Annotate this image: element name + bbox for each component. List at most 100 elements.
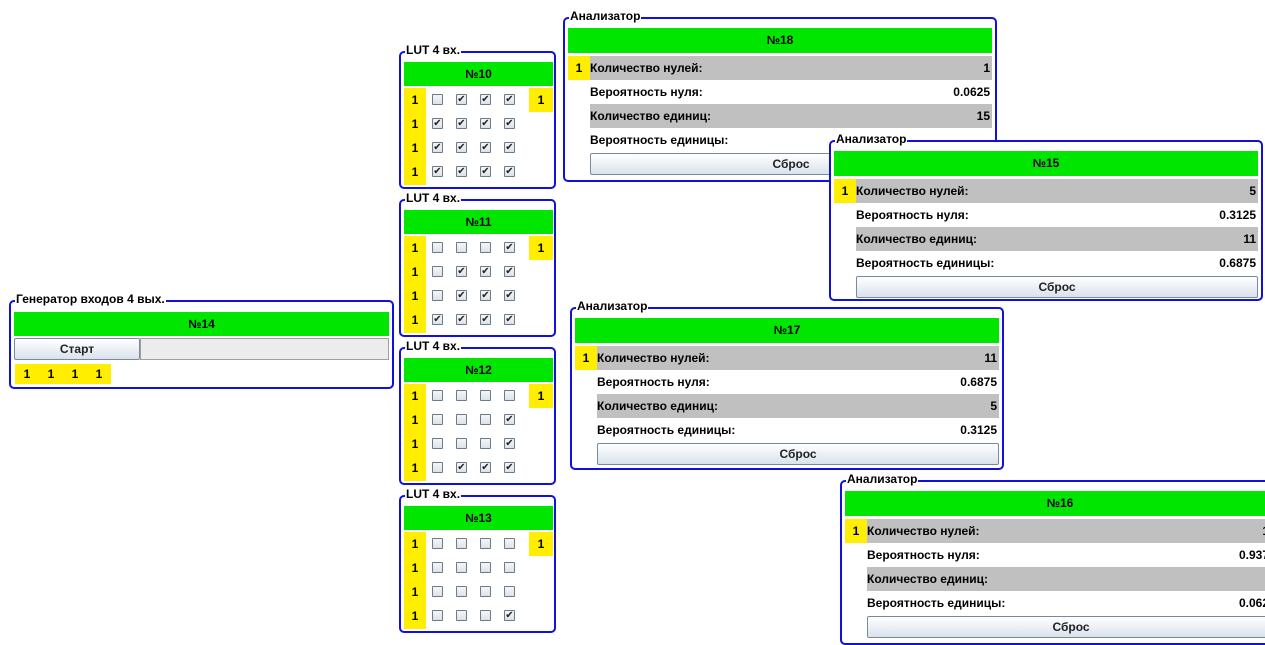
block-number: №12 — [404, 358, 553, 382]
lut-checkbox[interactable] — [480, 586, 491, 597]
one-probability-label: Вероятность единицы: — [597, 423, 736, 437]
one-probability-row: Вероятность единицы: 0.3125 — [597, 418, 999, 442]
lut-checkbox-checked[interactable]: ✔ — [504, 166, 515, 177]
lut-checkbox[interactable] — [504, 538, 515, 549]
lut-checkbox[interactable] — [480, 242, 491, 253]
lut-checkbox[interactable] — [480, 438, 491, 449]
output-value-3: 1 — [63, 364, 87, 384]
lut-input-value: 1 — [411, 461, 419, 475]
lut-checkbox[interactable] — [456, 562, 467, 573]
lut-checkbox-checked[interactable]: ✔ — [480, 290, 491, 301]
zero-probability-row: Вероятность нуля: 0.6875 — [597, 370, 999, 394]
lut-checkbox-checked[interactable]: ✔ — [480, 94, 491, 105]
lut-input-value: 1 — [411, 389, 419, 403]
lut-checkbox[interactable] — [480, 538, 491, 549]
analyzer-input-value: 1 — [575, 346, 597, 370]
panel-title: LUT 4 вх. — [405, 339, 462, 353]
lut-checkbox-checked[interactable]: ✔ — [480, 462, 491, 473]
output-value-1: 1 — [15, 364, 39, 384]
lut-checkbox[interactable] — [504, 562, 515, 573]
lut-checkbox[interactable] — [432, 538, 443, 549]
lut-checkbox-checked[interactable]: ✔ — [504, 118, 515, 129]
panel-title: Анализатор — [835, 132, 908, 146]
lut-checkbox-checked[interactable]: ✔ — [504, 242, 515, 253]
lut-checkbox-checked[interactable]: ✔ — [504, 414, 515, 425]
lut-checkbox[interactable] — [432, 94, 443, 105]
lut-checkbox-checked[interactable]: ✔ — [456, 290, 467, 301]
lut-checkbox[interactable] — [480, 562, 491, 573]
lut-checkbox[interactable] — [480, 610, 491, 621]
block-number: №15 — [834, 151, 1258, 176]
lut-checkbox[interactable] — [456, 586, 467, 597]
lut-checkbox-checked[interactable]: ✔ — [432, 142, 443, 153]
lut-checkbox-checked[interactable]: ✔ — [432, 166, 443, 177]
lut-checkbox[interactable] — [504, 586, 515, 597]
lut-checkbox-checked[interactable]: ✔ — [504, 266, 515, 277]
reset-button[interactable]: Сброс — [856, 276, 1258, 298]
lut-checkbox[interactable] — [456, 538, 467, 549]
lut-input-value: 1 — [411, 117, 419, 131]
lut-checkbox[interactable] — [432, 242, 443, 253]
ones-count-value: 15 — [976, 109, 990, 123]
lut-checkbox[interactable] — [504, 390, 515, 401]
block-number: №18 — [568, 28, 992, 53]
zero-probability-label: Вероятность нуля: — [597, 375, 710, 389]
lut-panel: LUT 4 вх. №12 1 1 ✔ 1 ✔ 1 ✔ ✔ ✔ 1 — [399, 339, 556, 485]
lut-checkbox-checked[interactable]: ✔ — [504, 462, 515, 473]
lut-checkbox-checked[interactable]: ✔ — [504, 290, 515, 301]
reset-button[interactable]: Сброс — [597, 443, 999, 465]
lut-input-value: 1 — [411, 585, 419, 599]
lut-output-value: 1 — [529, 532, 553, 556]
lut-checkbox[interactable] — [456, 414, 467, 425]
ones-count-label: Количество единиц: — [590, 109, 711, 123]
lut-checkbox-checked[interactable]: ✔ — [480, 314, 491, 325]
lut-checkbox-checked[interactable]: ✔ — [504, 438, 515, 449]
lut-checkbox-checked[interactable]: ✔ — [456, 314, 467, 325]
lut-checkbox[interactable] — [456, 610, 467, 621]
lut-input-value: 1 — [411, 413, 419, 427]
lut-checkbox-checked[interactable]: ✔ — [456, 266, 467, 277]
lut-checkbox[interactable] — [432, 586, 443, 597]
lut-checkbox[interactable] — [456, 242, 467, 253]
lut-checkbox[interactable] — [432, 266, 443, 277]
lut-checkbox-checked[interactable]: ✔ — [480, 166, 491, 177]
lut-checkbox-checked[interactable]: ✔ — [432, 118, 443, 129]
lut-checkbox-checked[interactable]: ✔ — [432, 314, 443, 325]
lut-checkbox-checked[interactable]: ✔ — [456, 118, 467, 129]
lut-checkbox[interactable] — [432, 414, 443, 425]
lut-output-value: 1 — [529, 384, 553, 408]
lut-checkbox-checked[interactable]: ✔ — [504, 142, 515, 153]
lut-input-value: 1 — [411, 313, 419, 327]
start-button[interactable]: Старт — [14, 338, 140, 360]
lut-input-value: 1 — [411, 561, 419, 575]
reset-button[interactable]: Сброс — [867, 616, 1265, 638]
zero-probability-row: Вероятность нуля: 0.0625 — [590, 80, 992, 104]
lut-checkbox-checked[interactable]: ✔ — [504, 610, 515, 621]
lut-checkbox[interactable] — [480, 414, 491, 425]
lut-checkbox[interactable] — [432, 438, 443, 449]
zeros-count-label: Количество нулей: — [590, 61, 703, 75]
zero-probability-row: Вероятность нуля: 0.937! — [867, 543, 1265, 567]
lut-checkbox-checked[interactable]: ✔ — [456, 462, 467, 473]
lut-checkbox[interactable] — [432, 390, 443, 401]
lut-checkbox-checked[interactable]: ✔ — [456, 142, 467, 153]
lut-checkbox[interactable] — [432, 610, 443, 621]
lut-checkbox-checked[interactable]: ✔ — [480, 118, 491, 129]
lut-checkbox-checked[interactable]: ✔ — [480, 142, 491, 153]
output-value-4: 1 — [87, 364, 111, 384]
ones-count-value: 5 — [990, 399, 997, 413]
lut-checkbox[interactable] — [456, 438, 467, 449]
lut-checkbox-checked[interactable]: ✔ — [456, 166, 467, 177]
lut-checkbox[interactable] — [432, 462, 443, 473]
lut-checkbox[interactable] — [432, 290, 443, 301]
zeros-count-value: 1 — [983, 61, 990, 75]
lut-checkbox[interactable] — [480, 390, 491, 401]
lut-checkbox[interactable] — [432, 562, 443, 573]
lut-checkbox[interactable] — [456, 390, 467, 401]
zero-probability-label: Вероятность нуля: — [590, 85, 703, 99]
lut-checkbox-checked[interactable]: ✔ — [480, 266, 491, 277]
zeros-count-value: 5 — [1249, 184, 1256, 198]
lut-checkbox-checked[interactable]: ✔ — [504, 94, 515, 105]
lut-checkbox-checked[interactable]: ✔ — [504, 314, 515, 325]
lut-checkbox-checked[interactable]: ✔ — [456, 94, 467, 105]
